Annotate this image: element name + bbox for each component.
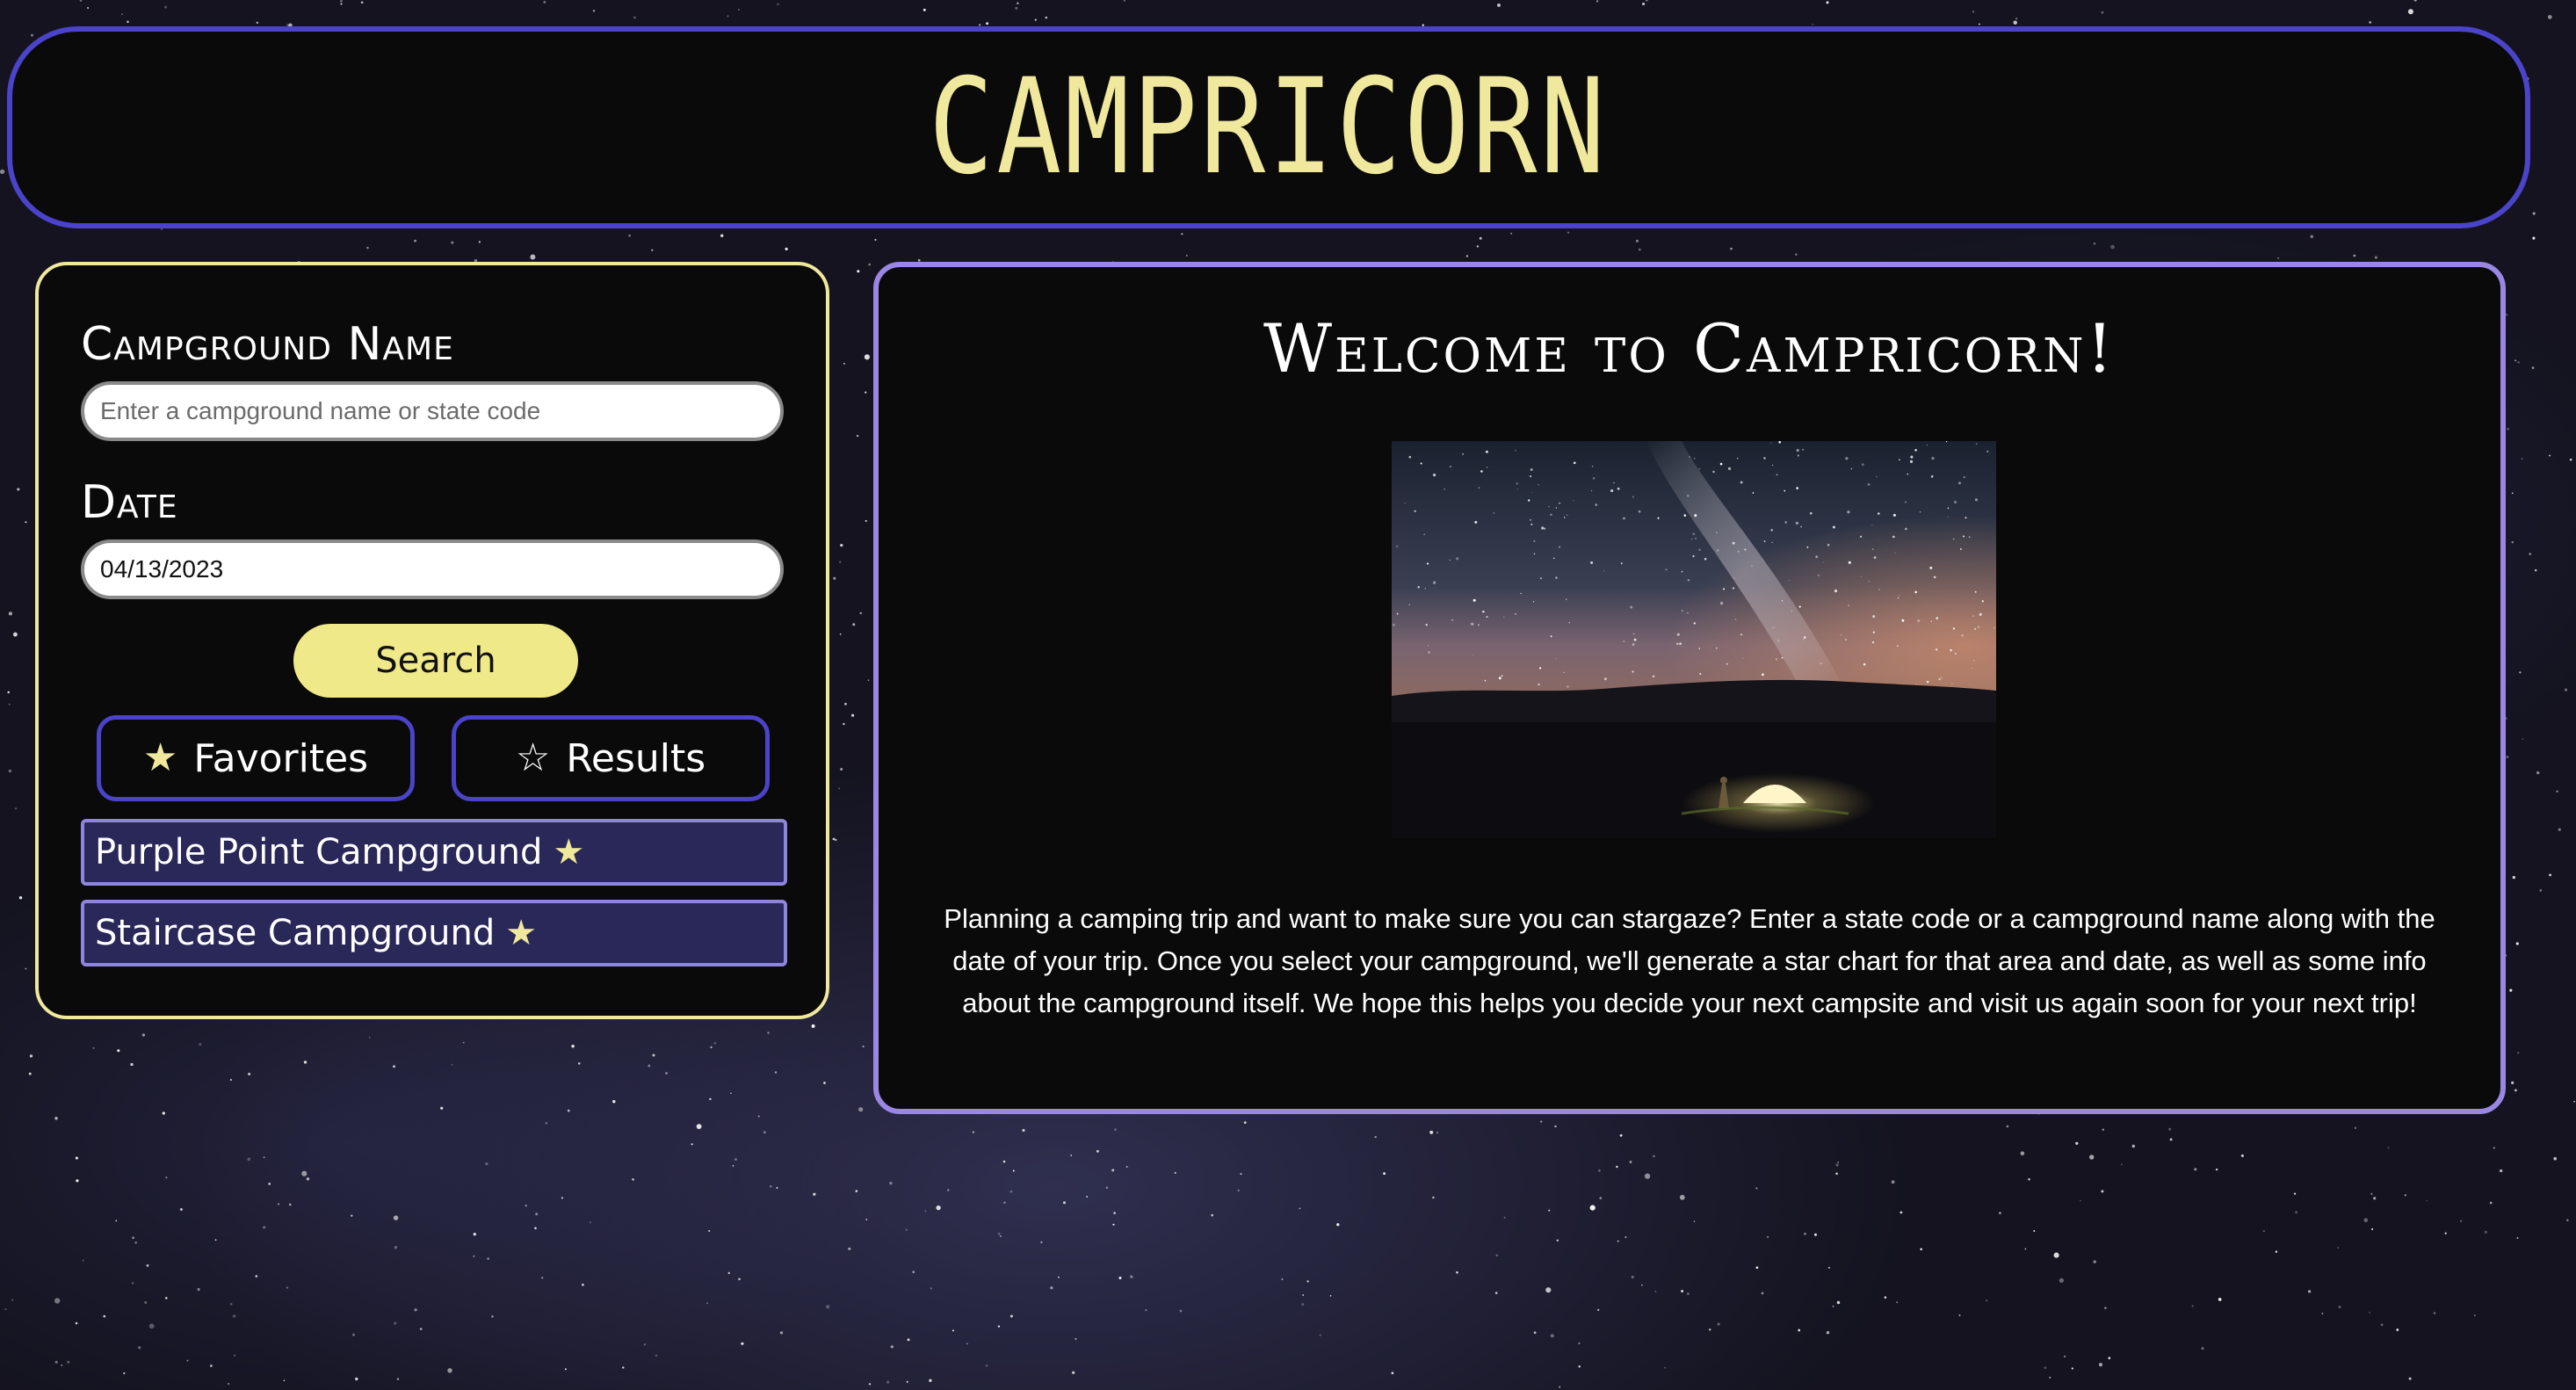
favorite-campground-name: Staircase Campground — [95, 913, 496, 953]
date-label: Date — [81, 476, 178, 529]
site-logo: CAMPRICORN — [929, 51, 1609, 204]
campground-search-input[interactable] — [81, 381, 784, 441]
favorite-campground-name: Purple Point Campground — [95, 832, 543, 872]
date-input[interactable] — [81, 539, 784, 599]
star-filled-icon: ★ — [553, 832, 585, 872]
welcome-panel: Welcome to Campricorn! Planning a campin… — [873, 262, 2506, 1114]
search-button[interactable]: Search — [293, 624, 578, 698]
star-filled-icon: ★ — [505, 913, 538, 953]
favorite-campground-item[interactable]: Purple Point Campground ★ — [81, 819, 787, 886]
search-panel: Campground Name Date Search ★ Favorites … — [35, 262, 829, 1019]
tab-favorites-label: Favorites — [193, 735, 369, 781]
site-header: CAMPRICORN — [7, 26, 2530, 228]
tab-results[interactable]: ☆ Results — [452, 715, 770, 801]
favorite-campground-item[interactable]: Staircase Campground ★ — [81, 900, 787, 966]
night-sky-camping-image — [1392, 441, 1996, 838]
tab-results-label: Results — [566, 735, 706, 781]
welcome-intro-text: Planning a camping trip and want to make… — [944, 903, 2435, 1018]
campground-name-label: Campground Name — [81, 318, 454, 371]
tab-favorites[interactable]: ★ Favorites — [97, 715, 415, 801]
star-filled-icon: ★ — [142, 735, 178, 780]
welcome-title: Welcome to Campricorn! — [1263, 309, 2117, 387]
star-outline-icon: ☆ — [515, 735, 551, 780]
